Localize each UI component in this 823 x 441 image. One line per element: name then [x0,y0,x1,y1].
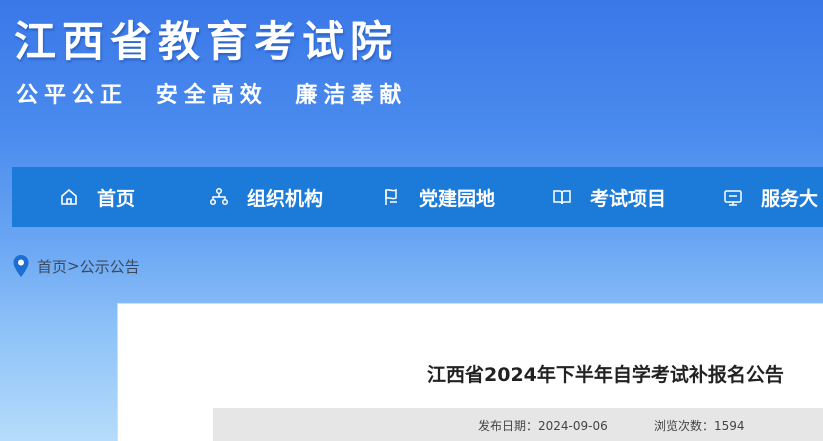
service-icon [723,187,743,207]
nav-item-organization[interactable]: 组织机构 [209,167,323,227]
view-count-value: 1594 [714,418,745,433]
slogan-part-3: 廉洁奉献 [295,83,408,108]
home-icon [59,187,79,207]
site-title[interactable]: 江西省教育考试院 [14,14,398,70]
publish-date-value: 2024-09-06 [538,418,608,433]
nav-item-party-building[interactable]: 党建园地 [381,167,495,227]
site-slogan: 公平公正 安全高效 廉洁奉献 [16,80,421,112]
breadcrumb: 首页 > 公示公告 [12,253,140,279]
nav-item-service-hall[interactable]: 服务大 [723,167,818,227]
slogan-part-1: 公平公正 [16,83,129,108]
breadcrumb-separator: > [67,257,80,275]
view-count: 浏览次数：1594 [654,417,745,434]
article-panel: 江西省2024年下半年自学考试补报名公告 发布日期：2024-09-06 浏览次… [117,303,823,441]
article-meta-bar: 发布日期：2024-09-06 浏览次数：1594 [213,408,823,441]
view-count-label: 浏览次数： [654,418,715,433]
nav-item-exam-projects[interactable]: 考试项目 [552,167,666,227]
nav-item-label: 考试项目 [590,187,667,210]
nav-item-label: 首页 [97,187,136,210]
main-nav: 首页 组织机构 党建园地 考试项目 服务大 [12,167,823,227]
party-building-icon [381,187,401,207]
org-chart-icon [209,187,229,207]
slogan-part-2: 安全高效 [155,83,268,108]
site-header: 江西省教育考试院 公平公正 安全高效 廉洁奉献 [0,0,823,165]
nav-item-label: 服务大 [761,187,819,210]
publish-date-label: 发布日期： [478,418,539,433]
article-title: 江西省2024年下半年自学考试补报名公告 [427,364,784,386]
book-icon [552,187,572,207]
nav-item-home[interactable]: 首页 [59,167,135,227]
breadcrumb-announcements[interactable]: 公示公告 [80,256,140,277]
nav-item-label: 党建园地 [419,187,496,210]
breadcrumb-home[interactable]: 首页 [37,256,67,277]
location-pin-icon [12,254,30,278]
nav-item-label: 组织机构 [247,187,324,210]
publish-date: 发布日期：2024-09-06 [478,417,608,434]
